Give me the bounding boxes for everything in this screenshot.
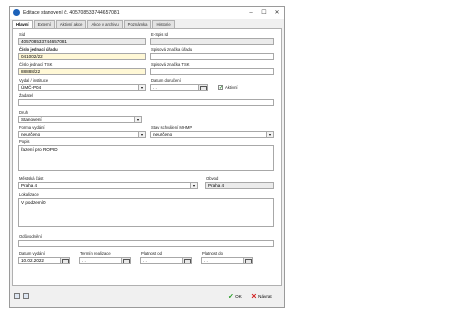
popis-label: Popis — [19, 139, 30, 144]
mestska-cast-select[interactable]: Praha 4 ▾ — [18, 182, 198, 189]
cislo-jednaci-field[interactable]: 041002/22 — [18, 53, 146, 60]
vydal-value: ÚMČ-P04 — [21, 85, 42, 90]
vydal-select[interactable]: ÚMČ-P04 ▾ — [18, 84, 146, 91]
termin-realizace-value: . . — [82, 258, 86, 263]
spisova-znacka-tsk-field[interactable] — [150, 68, 274, 75]
platnost-do-value: . . — [204, 258, 208, 263]
cislo-jednaci-tsk-field[interactable]: 88888/22 — [18, 68, 146, 75]
forma-vydani-value: neurčeno — [21, 132, 41, 137]
oduvodneni-field[interactable] — [18, 240, 274, 247]
check-icon: ✓ — [228, 293, 234, 301]
termin-realizace-field[interactable]: . . — [79, 257, 131, 264]
zadatel-label: Žadatel — [19, 93, 33, 98]
platnost-od-field[interactable]: . . — [140, 257, 192, 264]
tab-poznamka[interactable]: Poznámka — [123, 20, 152, 28]
app-icon — [13, 9, 20, 16]
spisova-znacka-tsk-label: Spisová značka TSK — [151, 62, 190, 67]
calendar-icon[interactable] — [243, 258, 252, 263]
spisova-znacka-uradu-field[interactable] — [150, 53, 274, 60]
calendar-icon[interactable] — [182, 258, 191, 263]
maximize-icon[interactable]: ☐ — [259, 9, 269, 17]
close-icon[interactable]: ✕ — [272, 9, 282, 17]
tab-akce-v-archivu[interactable]: Akce v archivu — [87, 20, 123, 28]
navrat-button-label: Návrat — [258, 294, 272, 299]
chevron-down-icon[interactable]: ▾ — [134, 117, 141, 122]
cancel-icon: ✕ — [251, 293, 257, 301]
tab-bar: Hlavní Externí Aktivní akce Akce v archi… — [12, 20, 176, 29]
calendar-icon[interactable] — [60, 258, 69, 263]
chevron-down-icon[interactable]: ▾ — [190, 183, 197, 188]
cislo-jednaci-label: Číslo jednací úřadu — [19, 47, 58, 52]
druh-select[interactable]: Stanovení ▾ — [18, 116, 142, 123]
mestska-cast-label: Městská část — [19, 176, 44, 181]
platnost-od-label: Platnost od — [141, 251, 162, 256]
cislo-jednaci-tsk-label: Číslo jednací TSK — [19, 62, 53, 67]
lokalizace-label: Lokalizace — [19, 192, 39, 197]
stav-schvaleni-value: neurčeno — [153, 132, 173, 137]
tab-aktivni-akce[interactable]: Aktivní akce — [55, 20, 87, 28]
mestska-cast-value: Praha 4 — [21, 183, 38, 188]
datum-doruceni-value: . . — [153, 85, 157, 90]
stav-schvaleni-label: Stav schválení MHMP — [151, 125, 193, 130]
chevron-down-icon[interactable]: ▾ — [138, 85, 145, 90]
oduvodneni-label: Odůvodnění — [19, 234, 42, 239]
espis-field — [150, 38, 274, 45]
calendar-icon[interactable] — [121, 258, 130, 263]
ok-button[interactable]: ✓ OK — [228, 292, 242, 301]
save-icon[interactable] — [23, 293, 29, 299]
calendar-icon[interactable] — [198, 85, 207, 90]
main-panel: Sid 405708533744657081 E-Spis Id Číslo j… — [12, 28, 282, 286]
datum-doruceni-field[interactable]: . . — [150, 84, 208, 91]
tab-historie[interactable]: Historie — [152, 20, 175, 28]
termin-realizace-label: Termín realizace — [80, 251, 111, 256]
popis-textarea[interactable]: řazení pro ROPID — [18, 145, 274, 171]
platnost-do-field[interactable]: . . — [201, 257, 253, 264]
obvod-label: Obvod — [206, 176, 219, 181]
forma-vydani-label: Forma vydání — [19, 125, 45, 130]
datum-vydani-label: Datum vydání — [19, 251, 45, 256]
datum-vydani-value: 10.02.2022 — [21, 258, 44, 263]
datum-vydani-field[interactable]: 10.02.2022 — [18, 257, 70, 264]
edit-dialog: Editace stanovení č. 405708533744657081 … — [9, 6, 285, 308]
window-title: Editace stanovení č. 405708533744657081 — [23, 10, 120, 16]
druh-value: Stanovení — [21, 117, 42, 122]
platnost-od-value: . . — [143, 258, 147, 263]
chevron-down-icon[interactable]: ▾ — [266, 132, 273, 137]
ok-button-label: OK — [235, 294, 242, 299]
title-bar: Editace stanovení č. 405708533744657081 … — [10, 7, 284, 19]
print-icon[interactable] — [14, 293, 20, 299]
minimize-icon[interactable]: – — [246, 9, 256, 17]
tab-externi[interactable]: Externí — [33, 20, 55, 28]
platnost-do-label: Platnost do — [202, 251, 223, 256]
zadatel-field[interactable] — [18, 99, 274, 106]
chevron-down-icon[interactable]: ▾ — [138, 132, 145, 137]
aktivni-checkbox[interactable]: ✓ — [218, 85, 223, 91]
navrat-button[interactable]: ✕ Návrat — [251, 292, 272, 301]
spisova-znacka-uradu-label: Spisová značka úřadu — [151, 47, 193, 52]
espis-label: E-Spis Id — [151, 32, 168, 37]
lokalizace-textarea[interactable]: V podzemí0 — [18, 198, 274, 227]
obvod-field: Praha 4 — [205, 182, 274, 189]
dialog-footer: ✓ OK ✕ Návrat — [10, 289, 284, 307]
aktivni-label: Aktivní — [225, 85, 238, 90]
sid-field: 405708533744657081 — [18, 38, 146, 45]
vydal-label: Vydal / instituce — [19, 78, 49, 83]
druh-label: Druh — [19, 110, 29, 115]
stav-schvaleni-select[interactable]: neurčeno ▾ — [150, 131, 274, 138]
sid-label: Sid — [19, 32, 26, 37]
datum-doruceni-label: Datum doručení — [151, 78, 181, 83]
forma-vydani-select[interactable]: neurčeno ▾ — [18, 131, 146, 138]
